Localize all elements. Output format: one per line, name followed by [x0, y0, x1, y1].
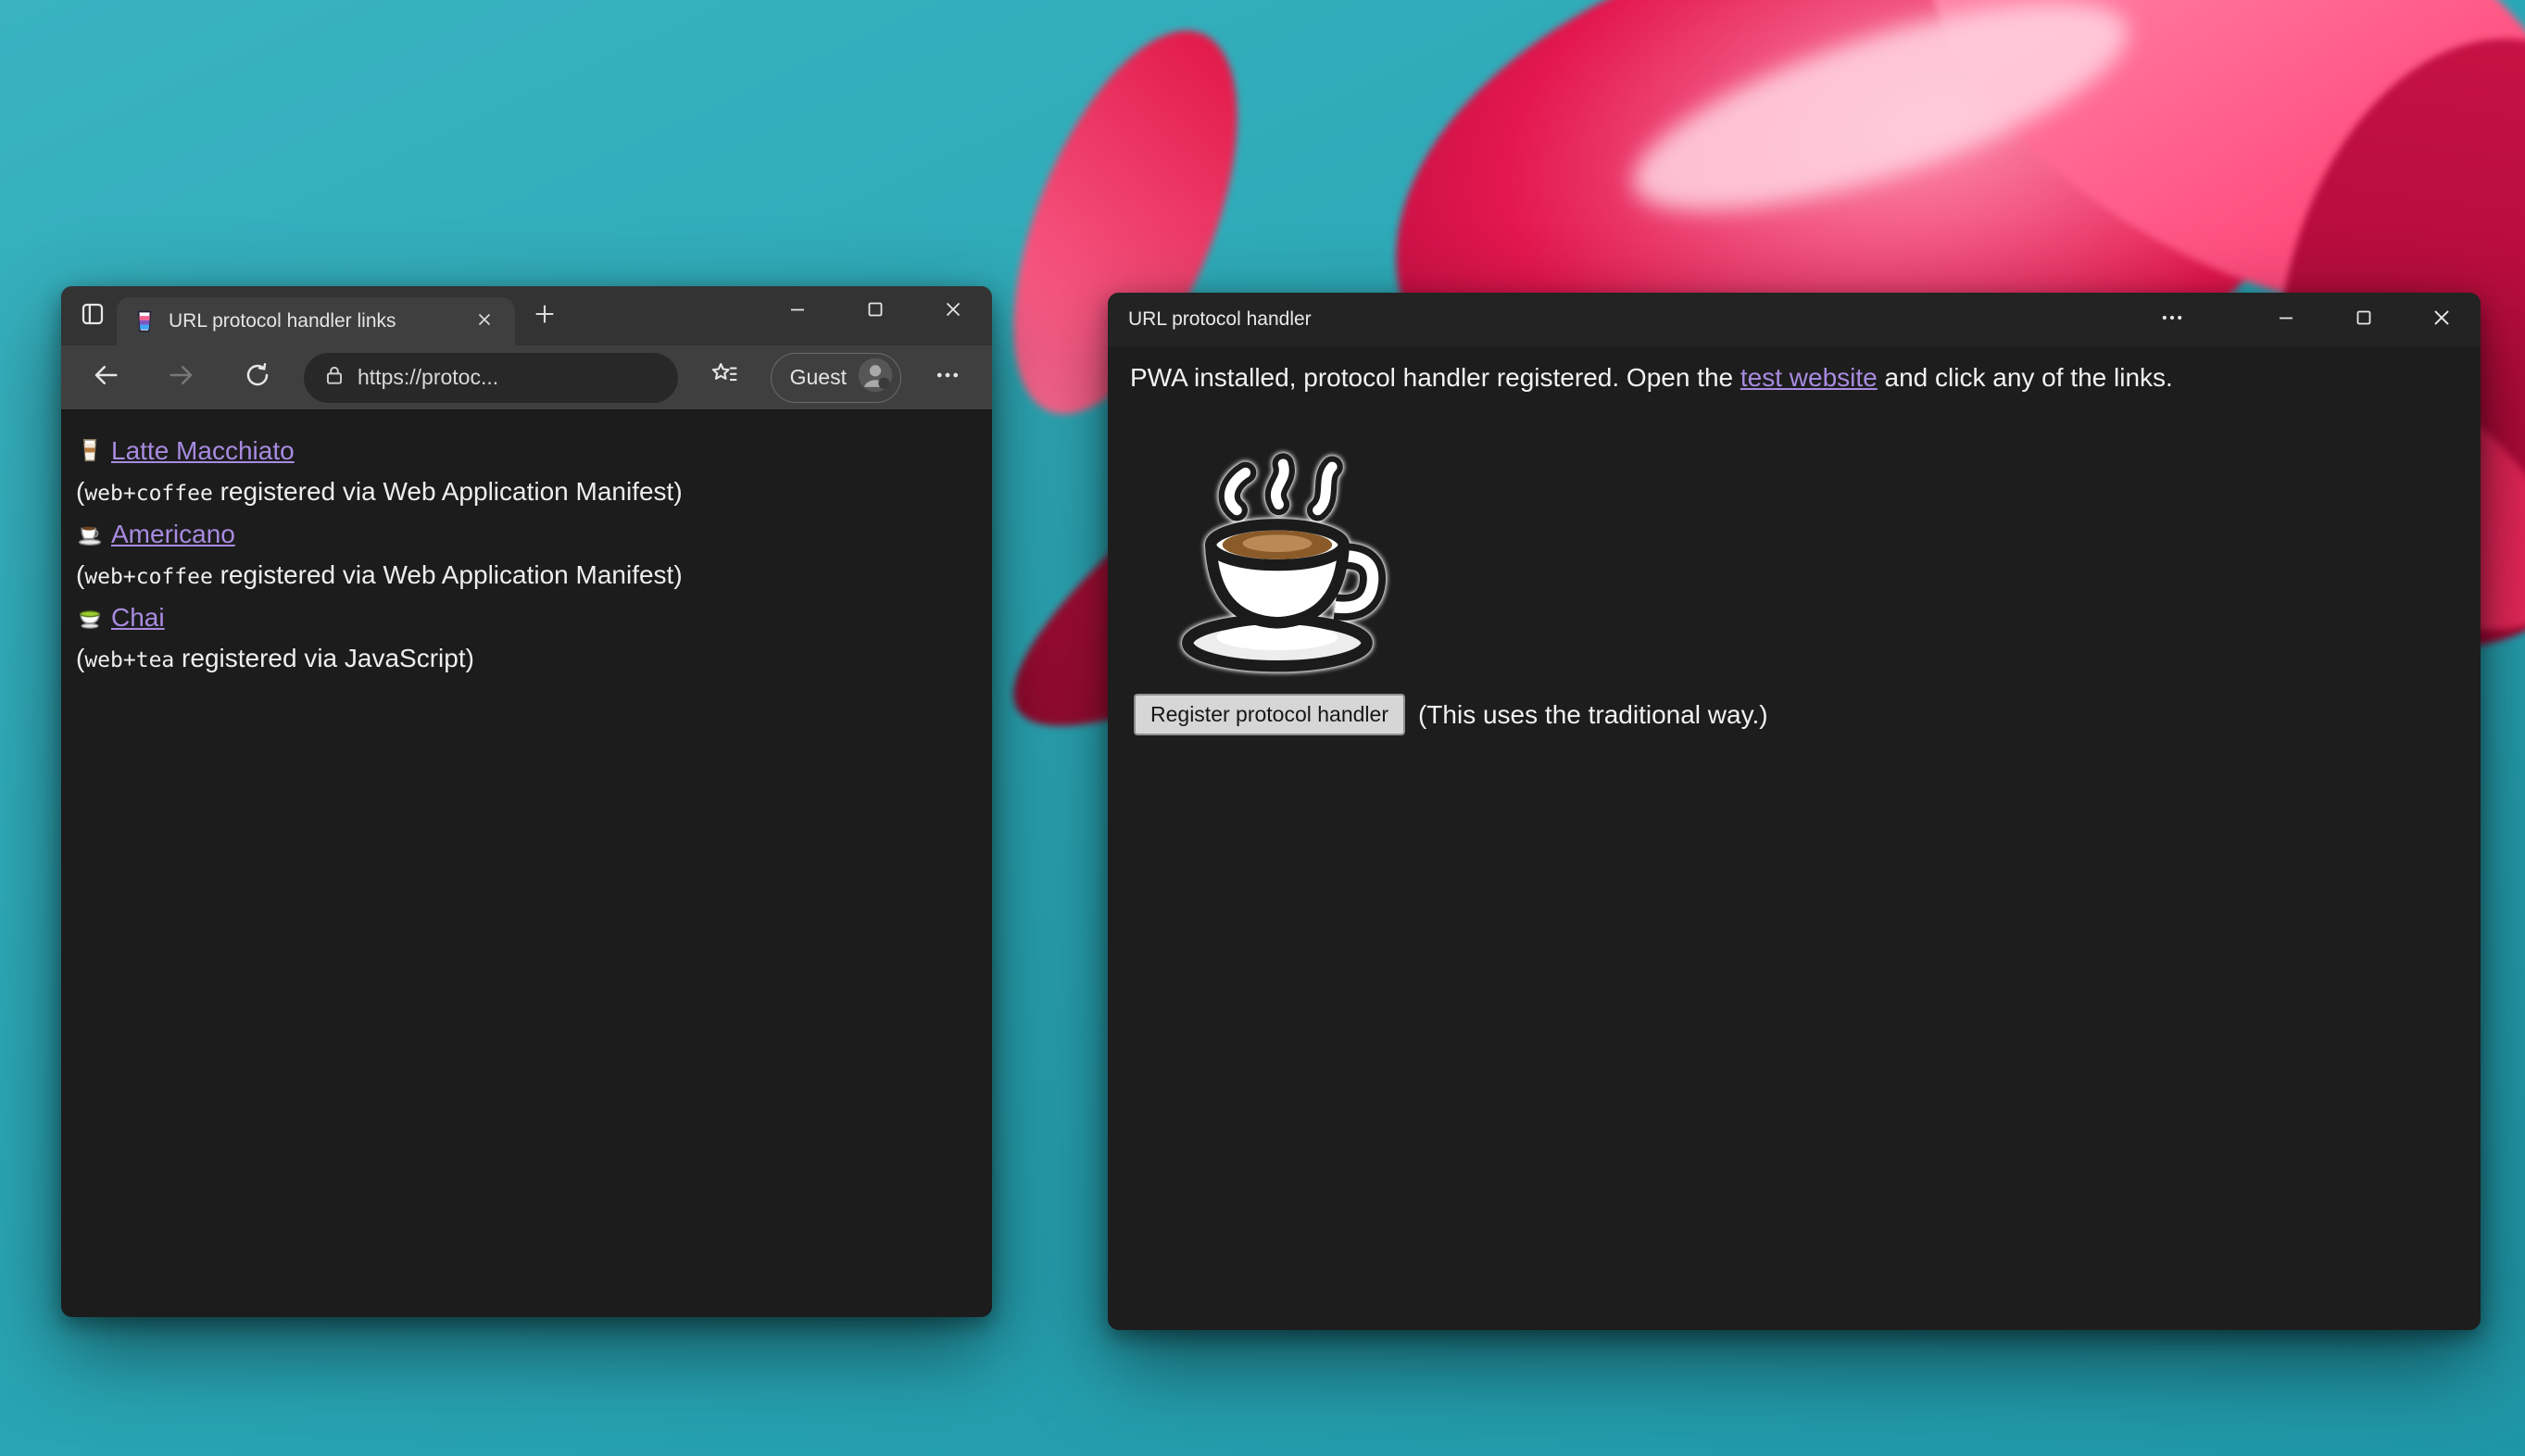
- plus-icon: [532, 301, 558, 332]
- teacup-icon: [76, 602, 104, 630]
- refresh-icon: [244, 361, 271, 394]
- back-arrow-icon: [92, 361, 119, 394]
- pwa-content: PWA installed, protocol handler register…: [1108, 346, 2481, 752]
- browser-page-content: Latte Macchiato (web+coffee registered v…: [61, 410, 992, 1316]
- browser-toolbar: https://protoc... Guest: [61, 345, 992, 410]
- americano-link[interactable]: Americano: [76, 520, 235, 548]
- link-label: Chai: [111, 603, 165, 632]
- pwa-window-title: URL protocol handler: [1128, 308, 1312, 330]
- ellipsis-icon: [934, 361, 961, 394]
- close-button[interactable]: [2403, 293, 2481, 346]
- protocol-code: web+tea: [84, 648, 175, 672]
- guest-avatar-icon: [858, 358, 893, 397]
- address-bar[interactable]: https://protoc...: [304, 352, 678, 403]
- maximize-button[interactable]: [836, 286, 914, 336]
- protocol-code: web+coffee: [84, 482, 213, 506]
- chai-link[interactable]: Chai: [76, 603, 165, 632]
- register-row: Register protocol handler (This uses the…: [1134, 694, 2458, 735]
- maximize-icon: [864, 298, 886, 325]
- test-website-link[interactable]: test website: [1740, 363, 1878, 392]
- address-bar-url: https://protoc...: [358, 365, 499, 389]
- latte-macchiato-link[interactable]: Latte Macchiato: [76, 436, 295, 465]
- latte-glass-icon: [76, 435, 104, 463]
- refresh-button[interactable]: [228, 352, 287, 404]
- protocol-note: (web+coffee registered via Web Applicati…: [76, 477, 683, 506]
- protocol-note: (web+tea registered via JavaScript): [76, 644, 474, 672]
- close-button[interactable]: [914, 286, 992, 336]
- tab-actions-menu-button[interactable]: [69, 292, 117, 340]
- profile-label: Guest: [789, 365, 847, 389]
- tab-actions-menu-icon: [79, 300, 107, 333]
- browser-window-controls: [759, 286, 992, 336]
- minimize-icon: [786, 298, 809, 325]
- pwa-menu-button[interactable]: [2140, 293, 2205, 346]
- favorites-button[interactable]: [695, 352, 754, 404]
- close-icon: [474, 309, 495, 334]
- maximize-icon: [2353, 307, 2375, 333]
- register-protocol-handler-button[interactable]: Register protocol handler: [1134, 694, 1405, 735]
- browser-tabstrip[interactable]: URL protocol handler links: [61, 286, 992, 345]
- link-label: Latte Macchiato: [111, 436, 295, 465]
- browser-window: URL protocol handler links https://proto…: [61, 286, 992, 1317]
- protocol-note: (web+coffee registered via Web Applicati…: [76, 560, 683, 589]
- favorites-star-icon: [710, 361, 738, 394]
- protocol-code: web+coffee: [84, 565, 213, 589]
- browser-tab[interactable]: URL protocol handler links: [117, 297, 515, 345]
- pwa-window: URL protocol handler PWA installed, prot…: [1108, 293, 2481, 1330]
- register-note: (This uses the traditional way.): [1417, 699, 1768, 729]
- tab-close-button[interactable]: [469, 306, 500, 337]
- maximize-button[interactable]: [2325, 293, 2403, 346]
- new-tab-button[interactable]: [522, 294, 567, 338]
- minimize-button[interactable]: [2247, 293, 2325, 346]
- link-label: Americano: [111, 520, 235, 548]
- layered-drink-favicon-icon: [132, 308, 157, 334]
- lock-icon: [322, 363, 346, 392]
- pwa-intro-text: PWA installed, protocol handler register…: [1130, 363, 2173, 392]
- back-button[interactable]: [76, 352, 135, 404]
- minimize-button[interactable]: [759, 286, 836, 336]
- hot-beverage-emoji: [1156, 441, 1401, 686]
- close-icon: [2430, 306, 2454, 334]
- ellipsis-icon: [2159, 305, 2185, 335]
- profile-button[interactable]: Guest: [770, 352, 901, 403]
- tab-title: URL protocol handler links: [169, 310, 396, 332]
- browser-menu-button[interactable]: [918, 352, 977, 404]
- pwa-window-controls: [2140, 293, 2481, 346]
- forward-arrow-icon: [168, 361, 195, 394]
- close-icon: [942, 298, 964, 325]
- minimize-icon: [2275, 307, 2297, 333]
- forward-button[interactable]: [152, 352, 211, 404]
- pwa-titlebar[interactable]: URL protocol handler: [1108, 293, 2481, 346]
- coffee-cup-icon: [76, 519, 104, 546]
- desktop: URL protocol handler links https://proto…: [0, 0, 2525, 1456]
